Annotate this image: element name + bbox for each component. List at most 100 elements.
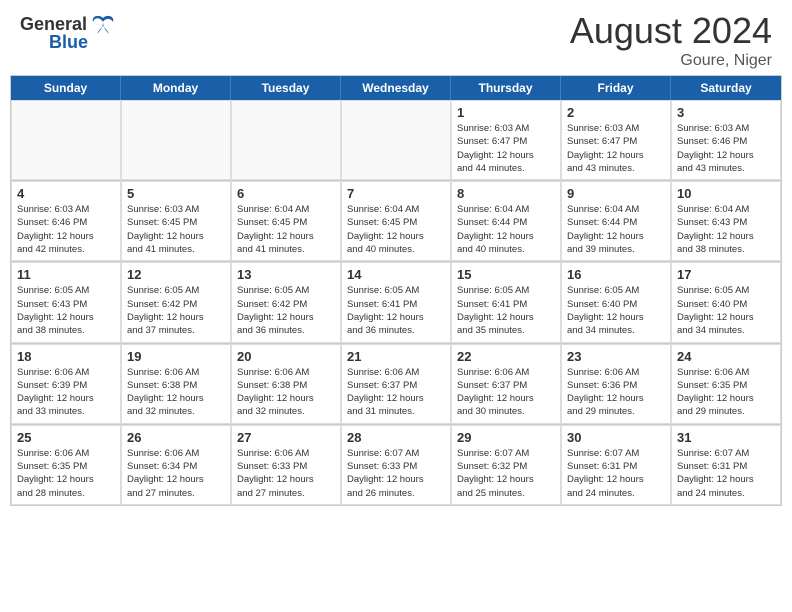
day-number: 31 (677, 430, 775, 445)
logo: General Blue (20, 10, 117, 53)
weekday-header: Friday (561, 76, 671, 100)
calendar-cell: 31Sunrise: 6:07 AM Sunset: 6:31 PM Dayli… (671, 425, 781, 505)
calendar-cell: 26 Sunrise: 6:06 AM Sunset: 6:34 PM Dayli… (121, 425, 231, 505)
day-info: Sunrise: 6:06 AM Sunset: 6:37 PM Dayligh… (457, 366, 555, 419)
day-number: 9 (567, 186, 665, 201)
weekday-header: Monday (121, 76, 231, 100)
location-subtitle: Goure, Niger (570, 52, 772, 70)
day-number: 15 (457, 267, 555, 282)
day-info: Sunrise: 6:07 AM Sunset: 6:31 PM Dayligh… (567, 447, 665, 500)
day-info: Sunrise: 6:05 AM Sunset: 6:42 PM Dayligh… (237, 284, 335, 337)
day-info: Sunrise: 6:03 AM Sunset: 6:47 PM Dayligh… (567, 122, 665, 175)
calendar-cell: 2 Sunrise: 6:03 AM Sunset: 6:47 PM Daylig… (561, 100, 671, 180)
day-info: Sunrise: 6:06 AM Sunset: 6:34 PM Dayligh… (127, 447, 225, 500)
day-number: 14 (347, 267, 445, 282)
day-info: Sunrise: 6:04 AM Sunset: 6:43 PM Dayligh… (677, 203, 775, 256)
day-number: 6 (237, 186, 335, 201)
day-info: Sunrise: 6:05 AM Sunset: 6:41 PM Dayligh… (347, 284, 445, 337)
calendar-cell: 27Sunrise: 6:06 AM Sunset: 6:33 PM Dayli… (231, 425, 341, 505)
day-number: 24 (677, 349, 775, 364)
calendar-cell: 23Sunrise: 6:06 AM Sunset: 6:36 PM Dayli… (561, 344, 671, 424)
calendar-cell: 18Sunrise: 6:06 AM Sunset: 6:39 PM Dayli… (11, 344, 121, 424)
calendar-cell: 21 Sunrise: 6:06 AM Sunset: 6:37 PM Dayli… (341, 344, 451, 424)
calendar-cell: 4 Sunrise: 6:03 AM Sunset: 6:46 PM Daylig… (11, 181, 121, 261)
day-number: 8 (457, 186, 555, 201)
day-number: 26 (127, 430, 225, 445)
calendar-cell: 16 Sunrise: 6:05 AM Sunset: 6:40 PM Dayli… (561, 262, 671, 342)
calendar: SundayMondayTuesdayWednesdayThursdayFrid… (10, 75, 782, 506)
calendar-cell: 30 Sunrise: 6:07 AM Sunset: 6:31 PM Dayli… (561, 425, 671, 505)
day-info: Sunrise: 6:06 AM Sunset: 6:37 PM Dayligh… (347, 366, 445, 419)
day-info: Sunrise: 6:06 AM Sunset: 6:38 PM Dayligh… (127, 366, 225, 419)
weekday-header: Saturday (671, 76, 781, 100)
day-number: 29 (457, 430, 555, 445)
calendar-cell: 19 Sunrise: 6:06 AM Sunset: 6:38 PM Dayli… (121, 344, 231, 424)
day-info: Sunrise: 6:05 AM Sunset: 6:40 PM Dayligh… (567, 284, 665, 337)
day-number: 22 (457, 349, 555, 364)
day-number: 19 (127, 349, 225, 364)
calendar-cell: 24 Sunrise: 6:06 AM Sunset: 6:35 PM Dayli… (671, 344, 781, 424)
day-info: Sunrise: 6:06 AM Sunset: 6:35 PM Dayligh… (677, 366, 775, 419)
day-info: Sunrise: 6:06 AM Sunset: 6:38 PM Dayligh… (237, 366, 335, 419)
day-number: 16 (567, 267, 665, 282)
weekday-header: Wednesday (341, 76, 451, 100)
calendar-cell: 9 Sunrise: 6:04 AM Sunset: 6:44 PM Daylig… (561, 181, 671, 261)
day-info: Sunrise: 6:07 AM Sunset: 6:33 PM Dayligh… (347, 447, 445, 500)
calendar-cell: 11Sunrise: 6:05 AM Sunset: 6:43 PM Dayli… (11, 262, 121, 342)
calendar-cell: 5Sunrise: 6:03 AM Sunset: 6:45 PM Daylig… (121, 181, 231, 261)
calendar-cell: 8Sunrise: 6:04 AM Sunset: 6:44 PM Daylig… (451, 181, 561, 261)
title-area: August 2024 Goure, Niger (570, 10, 772, 70)
day-info: Sunrise: 6:04 AM Sunset: 6:45 PM Dayligh… (237, 203, 335, 256)
day-number: 4 (17, 186, 115, 201)
calendar-cell: 25 Sunrise: 6:06 AM Sunset: 6:35 PM Dayli… (11, 425, 121, 505)
calendar-cell: 1 Sunrise: 6:03 AM Sunset: 6:47 PM Daylig… (451, 100, 561, 180)
day-number: 2 (567, 105, 665, 120)
calendar-cell: 20 Sunrise: 6:06 AM Sunset: 6:38 PM Dayli… (231, 344, 341, 424)
logo-blue-text: Blue (49, 32, 88, 53)
month-year-title: August 2024 (570, 10, 772, 52)
day-number: 13 (237, 267, 335, 282)
day-info: Sunrise: 6:05 AM Sunset: 6:43 PM Dayligh… (17, 284, 115, 337)
day-info: Sunrise: 6:03 AM Sunset: 6:46 PM Dayligh… (677, 122, 775, 175)
day-number: 7 (347, 186, 445, 201)
day-info: Sunrise: 6:05 AM Sunset: 6:41 PM Dayligh… (457, 284, 555, 337)
day-number: 17 (677, 267, 775, 282)
day-number: 23 (567, 349, 665, 364)
weekday-header: Sunday (11, 76, 121, 100)
day-number: 25 (17, 430, 115, 445)
day-info: Sunrise: 6:04 AM Sunset: 6:44 PM Dayligh… (567, 203, 665, 256)
weekday-header: Tuesday (231, 76, 341, 100)
calendar-cell: 7 Sunrise: 6:04 AM Sunset: 6:45 PM Daylig… (341, 181, 451, 261)
calendar-cell: 13 Sunrise: 6:05 AM Sunset: 6:42 PM Dayli… (231, 262, 341, 342)
day-number: 21 (347, 349, 445, 364)
day-info: Sunrise: 6:03 AM Sunset: 6:46 PM Dayligh… (17, 203, 115, 256)
logo-bird-icon (89, 10, 117, 38)
day-number: 10 (677, 186, 775, 201)
day-info: Sunrise: 6:07 AM Sunset: 6:32 PM Dayligh… (457, 447, 555, 500)
calendar-cell: 29 Sunrise: 6:07 AM Sunset: 6:32 PM Dayli… (451, 425, 561, 505)
day-info: Sunrise: 6:06 AM Sunset: 6:33 PM Dayligh… (237, 447, 335, 500)
calendar-cell (11, 100, 121, 180)
calendar-cell: 10 Sunrise: 6:04 AM Sunset: 6:43 PM Dayli… (671, 181, 781, 261)
day-info: Sunrise: 6:06 AM Sunset: 6:35 PM Dayligh… (17, 447, 115, 500)
day-number: 18 (17, 349, 115, 364)
day-number: 1 (457, 105, 555, 120)
day-info: Sunrise: 6:05 AM Sunset: 6:42 PM Dayligh… (127, 284, 225, 337)
day-info: Sunrise: 6:03 AM Sunset: 6:45 PM Dayligh… (127, 203, 225, 256)
calendar-cell (341, 100, 451, 180)
day-number: 30 (567, 430, 665, 445)
weekday-header: Thursday (451, 76, 561, 100)
calendar-cell: 17 Sunrise: 6:05 AM Sunset: 6:40 PM Dayli… (671, 262, 781, 342)
page-header: General Blue August 2024 Goure, Niger (0, 0, 792, 75)
day-info: Sunrise: 6:05 AM Sunset: 6:40 PM Dayligh… (677, 284, 775, 337)
day-number: 3 (677, 105, 775, 120)
calendar-cell (121, 100, 231, 180)
calendar-body: 1 Sunrise: 6:03 AM Sunset: 6:47 PM Daylig… (11, 100, 781, 505)
calendar-cell: 22 Sunrise: 6:06 AM Sunset: 6:37 PM Dayli… (451, 344, 561, 424)
day-info: Sunrise: 6:03 AM Sunset: 6:47 PM Dayligh… (457, 122, 555, 175)
calendar-cell: 15 Sunrise: 6:05 AM Sunset: 6:41 PM Dayli… (451, 262, 561, 342)
day-number: 20 (237, 349, 335, 364)
day-number: 12 (127, 267, 225, 282)
calendar-cell: 3 Sunrise: 6:03 AM Sunset: 6:46 PM Daylig… (671, 100, 781, 180)
day-info: Sunrise: 6:04 AM Sunset: 6:45 PM Dayligh… (347, 203, 445, 256)
